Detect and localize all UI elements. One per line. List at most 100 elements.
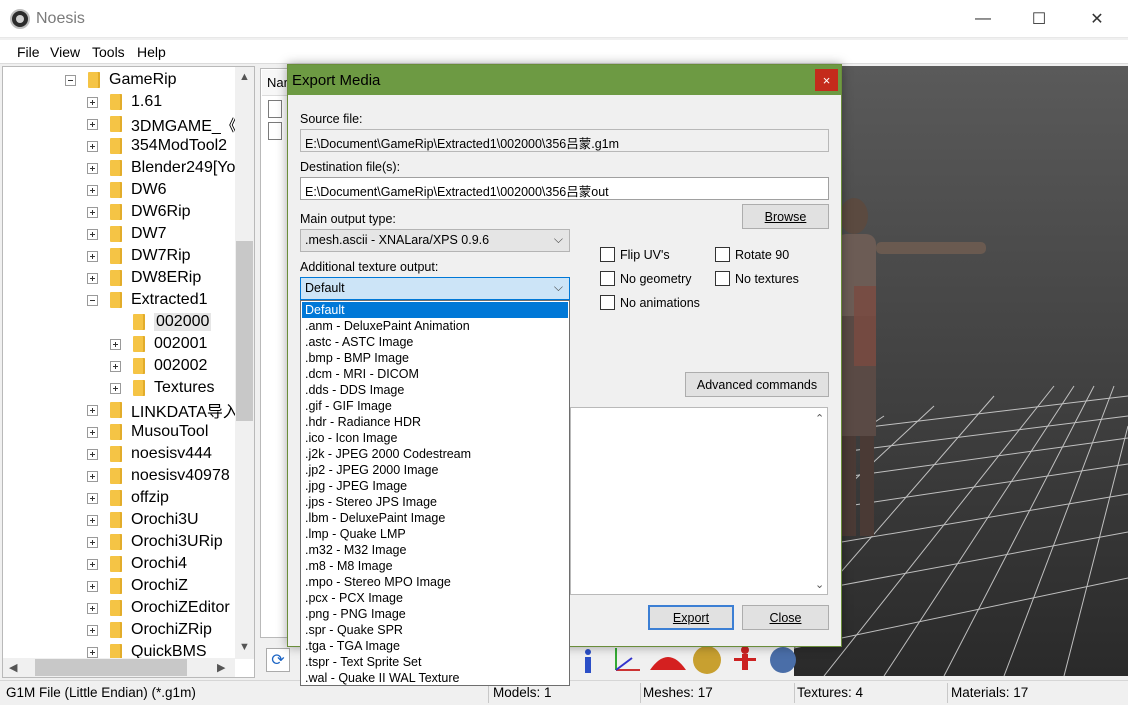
tree-item[interactable]: 3DMGAME_《 bbox=[87, 113, 237, 135]
axes-icon[interactable] bbox=[612, 644, 644, 676]
sphere-icon[interactable] bbox=[690, 644, 722, 676]
tree-item[interactable]: DW6Rip bbox=[87, 201, 191, 223]
dropdown-option[interactable]: .pcx - PCX Image bbox=[302, 590, 568, 606]
dropdown-option[interactable]: .hdr - Radiance HDR bbox=[302, 414, 568, 430]
dropdown-option[interactable]: .anm - DeluxePaint Animation bbox=[302, 318, 568, 334]
dropdown-option[interactable]: .j2k - JPEG 2000 Codestream bbox=[302, 446, 568, 462]
flip-uvs-checkbox[interactable]: Flip UV's bbox=[600, 247, 670, 262]
scroll-down-icon[interactable]: ▼ bbox=[239, 641, 250, 653]
tree-item[interactable]: 002002 bbox=[110, 355, 207, 377]
close-button[interactable]: Close bbox=[742, 605, 829, 630]
expand-icon[interactable] bbox=[87, 558, 98, 570]
expand-icon[interactable] bbox=[110, 338, 121, 350]
tree-item[interactable]: 1.61 bbox=[87, 91, 162, 113]
tree-item[interactable]: OrochiZ bbox=[87, 575, 188, 597]
tree-item[interactable]: offzip bbox=[87, 487, 169, 509]
expand-icon[interactable] bbox=[110, 360, 121, 372]
dropdown-option[interactable]: .spr - Quake SPR bbox=[302, 622, 568, 638]
expand-icon[interactable] bbox=[87, 448, 98, 460]
export-button[interactable]: Export bbox=[648, 605, 734, 630]
info-icon[interactable] bbox=[578, 644, 610, 676]
3d-viewport[interactable] bbox=[794, 66, 1128, 676]
model-preview-canvas[interactable] bbox=[794, 66, 1128, 676]
dropdown-option[interactable]: .jps - Stereo JPS Image bbox=[302, 494, 568, 510]
expand-icon[interactable] bbox=[87, 184, 98, 196]
minimize-button[interactable]: — bbox=[954, 0, 1012, 38]
expand-icon[interactable] bbox=[87, 492, 98, 504]
tree-item[interactable]: Blender249[Yo bbox=[87, 157, 235, 179]
dropdown-option[interactable]: .wal - Quake II WAL Texture bbox=[302, 670, 568, 686]
dropdown-option[interactable]: .lmp - Quake LMP bbox=[302, 526, 568, 542]
dropdown-option[interactable]: .tga - TGA Image bbox=[302, 638, 568, 654]
folder-tree[interactable]: GameRip 1.61 3DMGAME_《 354ModTool2 Blender2… bbox=[2, 66, 255, 678]
tree-item[interactable]: DW7 bbox=[87, 223, 167, 245]
expand-icon[interactable] bbox=[87, 624, 98, 636]
maximize-button[interactable]: ☐ bbox=[1010, 0, 1068, 38]
expand-icon[interactable] bbox=[87, 140, 98, 152]
dropdown-option[interactable]: .dds - DDS Image bbox=[302, 382, 568, 398]
main-output-type-select[interactable]: .mesh.ascii - XNALara/XPS 0.9.6 ⌵ bbox=[300, 229, 570, 252]
tree-item[interactable]: 002000 bbox=[110, 311, 212, 333]
dropdown-option[interactable]: .bmp - BMP Image bbox=[302, 350, 568, 366]
tree-item[interactable]: OrochiZEditor bbox=[87, 597, 230, 619]
advanced-commands-button[interactable]: Advanced commands bbox=[685, 372, 829, 397]
tree-item[interactable]: MusouTool bbox=[87, 421, 208, 443]
dropdown-option[interactable]: .m8 - M8 Image bbox=[302, 558, 568, 574]
checkbox-box[interactable] bbox=[600, 247, 615, 262]
tree-item[interactable]: Textures bbox=[110, 377, 214, 399]
close-window-button[interactable]: ✕ bbox=[1068, 0, 1126, 38]
tree-item[interactable]: Orochi4 bbox=[87, 553, 187, 575]
tree-item[interactable]: noesisv40978 bbox=[87, 465, 230, 487]
menu-tools[interactable]: Tools bbox=[92, 44, 125, 60]
scroll-up-icon[interactable]: ▲ bbox=[239, 71, 250, 83]
menu-file[interactable]: File bbox=[17, 44, 40, 60]
expand-icon[interactable] bbox=[87, 206, 98, 218]
checkbox-box[interactable] bbox=[715, 271, 730, 286]
dropdown-option[interactable]: .gif - GIF Image bbox=[302, 398, 568, 414]
skeleton-icon[interactable] bbox=[728, 644, 760, 676]
expand-icon[interactable] bbox=[87, 118, 98, 130]
scroll-up-icon[interactable]: ⌃ bbox=[815, 412, 824, 425]
tree-item[interactable]: DW8ERip bbox=[87, 267, 201, 289]
expand-icon[interactable] bbox=[87, 162, 98, 174]
globe-icon[interactable] bbox=[768, 644, 800, 676]
tree-item-root[interactable]: GameRip bbox=[65, 69, 177, 91]
additional-texture-output-select[interactable]: Default ⌵ bbox=[300, 277, 570, 300]
dropdown-option[interactable]: .png - PNG Image bbox=[302, 606, 568, 622]
no-animations-checkbox[interactable]: No animations bbox=[600, 295, 700, 310]
source-file-field[interactable]: E:\Document\GameRip\Extracted1\002000\35… bbox=[300, 129, 829, 152]
tree-item[interactable]: DW6 bbox=[87, 179, 167, 201]
checkbox-box[interactable] bbox=[600, 271, 615, 286]
scroll-down-icon[interactable]: ⌄ bbox=[815, 578, 824, 591]
collapse-icon[interactable] bbox=[87, 294, 98, 306]
tree-item[interactable]: LINKDATA导入 bbox=[87, 399, 239, 421]
tree-item[interactable]: noesisv444 bbox=[87, 443, 212, 465]
no-geometry-checkbox[interactable]: No geometry bbox=[600, 271, 692, 286]
dropdown-option[interactable]: .astc - ASTC Image bbox=[302, 334, 568, 350]
tree-item[interactable]: 354ModTool2 bbox=[87, 135, 227, 157]
checkbox-box[interactable] bbox=[600, 295, 615, 310]
scroll-left-icon[interactable]: ◀ bbox=[9, 661, 17, 674]
expand-icon[interactable] bbox=[87, 96, 98, 108]
expand-icon[interactable] bbox=[87, 602, 98, 614]
dialog-close-button[interactable]: × bbox=[815, 69, 838, 91]
expand-icon[interactable] bbox=[87, 272, 98, 284]
menu-help[interactable]: Help bbox=[137, 44, 166, 60]
tree-item[interactable]: 002001 bbox=[110, 333, 207, 355]
dropdown-option[interactable]: .jp2 - JPEG 2000 Image bbox=[302, 462, 568, 478]
export-log-area[interactable]: ⌃ ⌄ bbox=[570, 407, 828, 595]
tree-item[interactable]: DW7Rip bbox=[87, 245, 191, 267]
expand-icon[interactable] bbox=[110, 382, 121, 394]
tree-vertical-scroll-thumb[interactable] bbox=[236, 241, 253, 421]
tree-item[interactable]: OrochiZRip bbox=[87, 619, 212, 641]
expand-icon[interactable] bbox=[87, 646, 98, 658]
file-icon[interactable] bbox=[268, 122, 282, 140]
expand-icon[interactable] bbox=[87, 470, 98, 482]
dropdown-option[interactable]: .tspr - Text Sprite Set bbox=[302, 654, 568, 670]
file-icon[interactable] bbox=[268, 100, 282, 118]
scroll-right-icon[interactable]: ▶ bbox=[217, 661, 225, 674]
expand-icon[interactable] bbox=[87, 536, 98, 548]
expand-icon[interactable] bbox=[87, 250, 98, 262]
expand-icon[interactable] bbox=[87, 404, 98, 416]
tree-item[interactable]: Orochi3URip bbox=[87, 531, 223, 553]
